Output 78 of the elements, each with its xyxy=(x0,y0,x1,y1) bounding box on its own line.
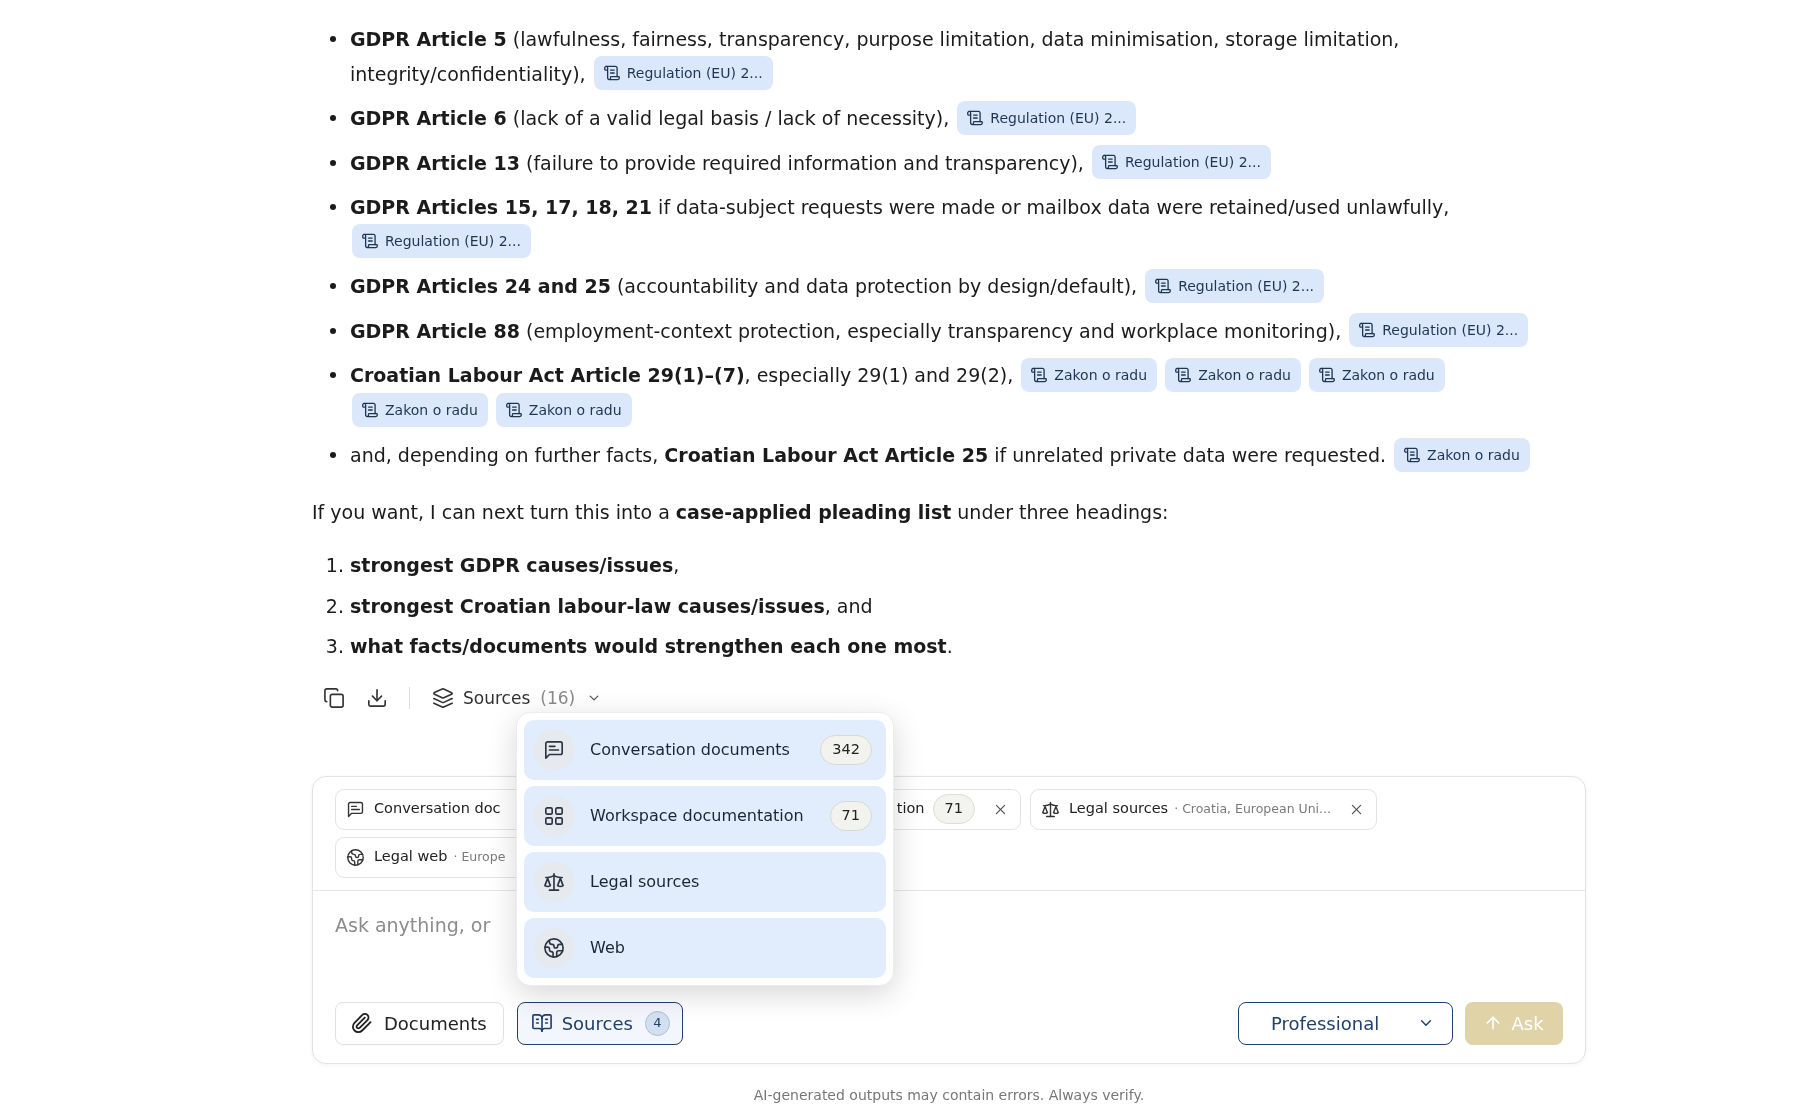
copy-icon xyxy=(324,687,344,708)
scroll-icon xyxy=(1318,366,1335,383)
scale-icon xyxy=(534,862,574,902)
count-badge: 342 xyxy=(820,735,872,765)
layers-icon xyxy=(433,687,453,708)
download-icon xyxy=(367,687,387,708)
book-icon xyxy=(531,1013,552,1033)
sources-toggle[interactable]: Sources (16) xyxy=(433,685,602,710)
bullet-icon xyxy=(330,204,336,210)
list-item-text: what facts/documents would strengthen each one most. xyxy=(350,634,953,659)
chip-label: Legal web xyxy=(374,847,448,867)
list-item-text: and, depending on further facts, Croatian Labour Act Article 25 if unrelated private data were requested. Zakon o radu xyxy=(350,438,1530,474)
count-badge: 4 xyxy=(644,1010,670,1036)
list-item-text: GDPR Article 5 (lawfulness, fairness, transparency, purpose limitation, data minimisation, storage limitation, integrity/confidentiality), Regulation (EU) 2... xyxy=(350,22,1586,92)
scale-icon xyxy=(1042,800,1059,818)
citation-chip[interactable]: Zakon o radu xyxy=(1394,437,1530,472)
documents-button[interactable]: Documents xyxy=(335,1001,504,1045)
list-item-text: GDPR Article 88 (employment-context protection, especially transparency and workplace monitoring), Regulation (EU) 2... xyxy=(350,313,1529,349)
chat-icon xyxy=(534,730,574,770)
citation-chip[interactable]: Regulation (EU) 2... xyxy=(1145,268,1325,303)
chip-label: tion xyxy=(896,799,925,819)
bullet-icon xyxy=(330,115,336,121)
grid-icon xyxy=(534,796,574,836)
scroll-icon xyxy=(1031,366,1048,383)
bullet-icon xyxy=(330,372,336,378)
list-item-text: Croatian Labour Act Article 29(1)–(7), especially 29(1) and 29(2), Zakon o radu Zakon o radu Zakon o radu Zakon o radu Zakon o radu xyxy=(350,358,1586,429)
list-number: 3. xyxy=(324,634,345,659)
citation-chip[interactable]: Regulation (EU) 2... xyxy=(1091,145,1271,179)
scroll-icon xyxy=(1155,277,1172,294)
list-item-text: GDPR Articles 24 and 25 (accountability and data protection by design/default), Regulation (EU) 2... xyxy=(350,269,1325,305)
mode-select[interactable]: Professional xyxy=(1238,1001,1453,1045)
scroll-icon xyxy=(967,109,984,126)
citation-chip[interactable]: Regulation (EU) 2... xyxy=(593,56,773,90)
list-item-text: strongest GDPR causes/issues, xyxy=(350,553,680,578)
citation-chip[interactable]: Zakon o radu xyxy=(495,393,632,427)
bullet-icon xyxy=(330,327,336,334)
citation-chip[interactable]: Zakon o radu xyxy=(1021,357,1158,392)
globe-icon xyxy=(534,928,574,968)
chip-detail: · Europe xyxy=(453,847,506,866)
list-item-text: strongest Croatian labour-law causes/issues, and xyxy=(350,593,873,619)
scroll-icon xyxy=(362,402,378,418)
list-number: 2. xyxy=(324,593,345,619)
scroll-icon xyxy=(603,65,620,81)
sources-button[interactable]: Sources 4 xyxy=(516,1001,683,1045)
menu-item[interactable]: Web xyxy=(524,918,886,978)
scroll-icon xyxy=(362,233,378,249)
list-item-text: GDPR Article 6 (lack of a valid legal basis / lack of necessity), Regulation (EU) 2... xyxy=(350,101,1137,137)
globe-icon xyxy=(347,848,364,866)
list-item-text: GDPR Articles 15, 17, 18, 21 if data-subject requests were made or mailbox data were retained/used unlawfully, Regulation (EU) 2... xyxy=(350,190,1586,260)
menu-item[interactable]: Legal sources xyxy=(524,852,886,912)
bullet-icon xyxy=(330,159,336,166)
citation-chip[interactable]: Zakon o radu xyxy=(1165,357,1301,392)
count-badge: 71 xyxy=(829,801,872,831)
scroll-icon xyxy=(1175,366,1192,383)
citation-chip[interactable]: Regulation (EU) 2... xyxy=(1349,313,1529,347)
citation-chip[interactable]: Regulation (EU) 2... xyxy=(957,100,1137,135)
chip-detail: · Croatia, European Uni... xyxy=(1174,799,1331,818)
menu-item[interactable]: Conversation documents 342 xyxy=(524,720,886,780)
bullet-icon xyxy=(330,36,336,42)
disclaimer-text: AI-generated outputs may contain errors. Always verify. xyxy=(752,1085,1146,1105)
count-badge: 71 xyxy=(932,794,975,824)
list-item-text: GDPR Article 13 (failure to provide required information and transparency), Regulation (EU) 2... xyxy=(350,145,1271,181)
scroll-icon xyxy=(505,402,522,418)
list-number: 1. xyxy=(324,553,345,578)
scroll-icon xyxy=(1101,154,1118,170)
citation-chip[interactable]: Zakon o radu xyxy=(1308,357,1445,392)
scroll-icon xyxy=(1404,446,1421,463)
citation-chip[interactable]: Zakon o radu xyxy=(352,393,488,427)
chat-icon xyxy=(347,800,364,818)
chip-label: Legal sources xyxy=(1069,799,1169,819)
paragraph: If you want, I can next turn this into a case-applied pleading list under three headings: xyxy=(312,499,1170,525)
citation-chip[interactable]: Regulation (EU) 2... xyxy=(352,224,531,258)
chip-label: Conversation doc xyxy=(374,799,501,819)
paperclip-icon xyxy=(352,1013,372,1033)
scroll-icon xyxy=(1359,322,1376,338)
menu-item[interactable]: Workspace documentation 71 xyxy=(524,786,886,846)
bullet-icon xyxy=(330,283,336,289)
bullet-icon xyxy=(330,452,336,458)
